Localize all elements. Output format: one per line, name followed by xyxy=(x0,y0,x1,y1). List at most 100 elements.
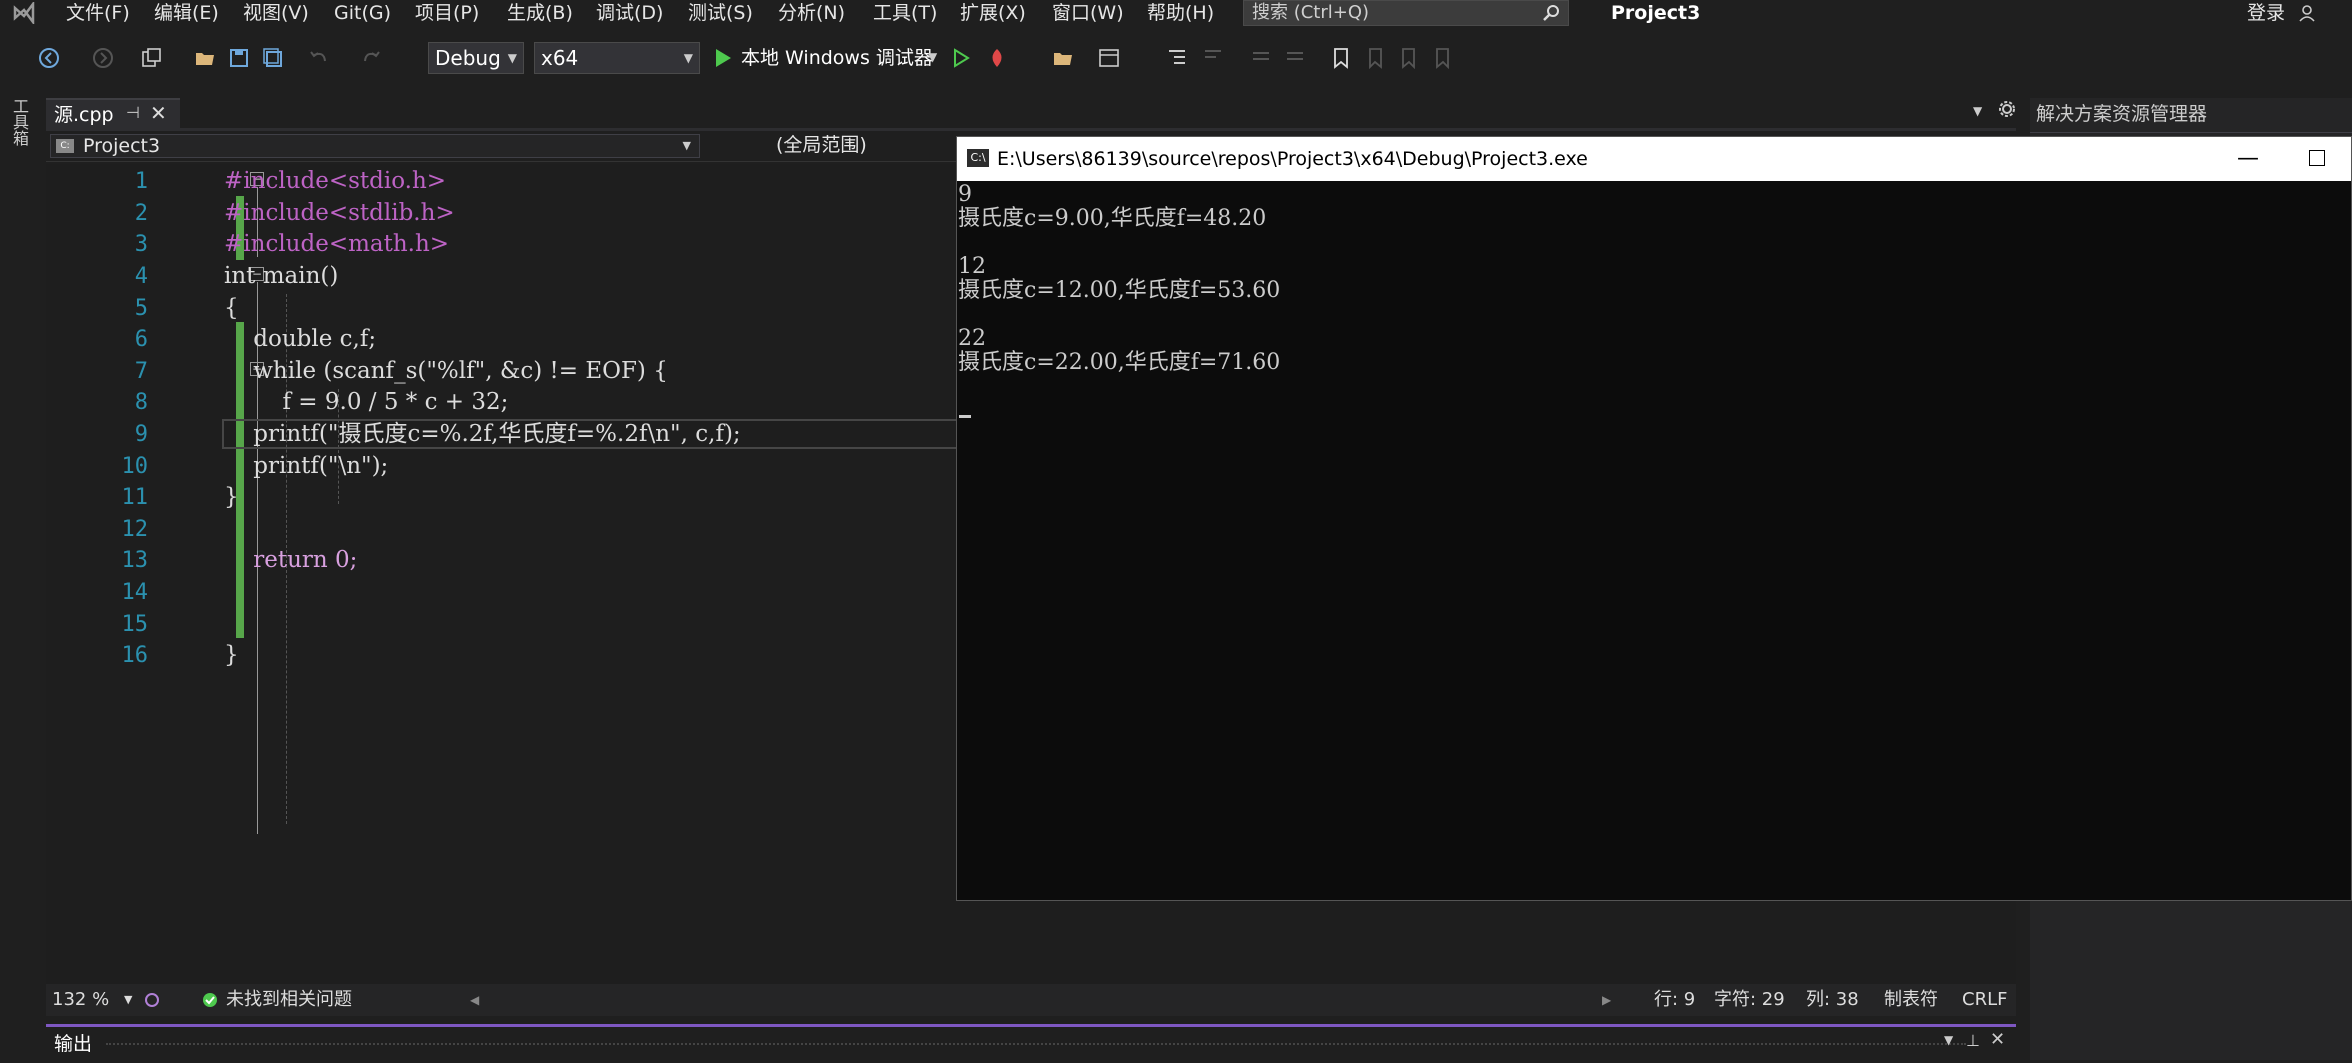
menu-file[interactable]: 文件(F) xyxy=(66,0,130,28)
pin-icon[interactable]: ⊥ xyxy=(1966,1031,1980,1050)
scroll-left-icon[interactable]: ◀ xyxy=(470,984,479,1016)
configuration-dropdown[interactable]: Debug ▼ xyxy=(428,42,524,74)
close-icon[interactable]: ✕ xyxy=(1990,1029,2005,1050)
console-title: E:\Users\86139\source\repos\Project3\x64… xyxy=(997,148,1588,170)
chevron-down-icon[interactable]: ▼ xyxy=(1944,1033,1953,1047)
line-indicator[interactable]: 行: 9 xyxy=(1654,984,1695,1016)
console-app-icon: C:\ xyxy=(967,149,989,167)
platform-value: x64 xyxy=(541,46,579,70)
line-number: 2 xyxy=(134,201,148,226)
next-bookmark-icon[interactable] xyxy=(1398,47,1420,69)
solution-explorer-title: 解决方案资源管理器 xyxy=(2036,103,2208,125)
window-title: Project3 xyxy=(1611,2,1701,24)
console-output-line: 摄氏度c=22.00,华氏度f=71.60 xyxy=(958,350,1281,375)
solution-explorer-folder-icon[interactable] xyxy=(1052,47,1074,69)
menu-bar: 文件(F) 编辑(E) 视图(V) Git(G) 项目(P) 生成(B) 调试(… xyxy=(0,0,2352,28)
chevron-down-icon[interactable]: ▼ xyxy=(928,50,937,64)
code-line: #include<stdio.h> xyxy=(224,168,447,194)
start-without-debugging-icon[interactable] xyxy=(950,47,972,69)
menu-window[interactable]: 窗口(W) xyxy=(1052,0,1124,28)
menu-git[interactable]: Git(G) xyxy=(334,0,391,28)
uncomment-icon[interactable] xyxy=(1284,47,1306,69)
code-line: int main() xyxy=(224,263,339,289)
menu-edit[interactable]: 编辑(E) xyxy=(154,0,219,28)
project-dropdown[interactable]: C: Project3 ▼ xyxy=(50,134,700,158)
code-line: printf("摄氏度c=%.2f,华氏度f=%.2f\n", c,f); xyxy=(224,421,741,447)
hot-reload-icon[interactable] xyxy=(986,47,1008,69)
undo-icon[interactable] xyxy=(308,47,330,69)
zoom-level[interactable]: 132 % xyxy=(52,984,109,1016)
code-line: printf("\n"); xyxy=(224,453,389,479)
login-button[interactable]: 登录 xyxy=(2247,0,2285,26)
tab-list-chevron-icon[interactable]: ▼ xyxy=(1973,104,1982,118)
line-number: 13 xyxy=(121,548,149,573)
console-output-line: 9 xyxy=(958,182,972,207)
account-icon[interactable] xyxy=(2298,3,2318,23)
chevron-down-icon[interactable]: ▼ xyxy=(124,984,132,1016)
menu-help[interactable]: 帮助(H) xyxy=(1147,0,1214,28)
output-panel-header[interactable]: 输出 ▼ ⊥ ✕ xyxy=(46,1024,2016,1063)
redo-icon[interactable] xyxy=(360,47,382,69)
issues-status[interactable]: 未找到相关问题 xyxy=(226,984,352,1016)
configuration-value: Debug xyxy=(435,46,501,70)
save-all-icon[interactable] xyxy=(262,47,284,69)
previous-bookmark-icon[interactable] xyxy=(1364,47,1386,69)
new-project-icon[interactable] xyxy=(140,47,162,69)
line-number: 1 xyxy=(134,169,148,194)
comment-icon[interactable] xyxy=(1250,47,1272,69)
line-number: 4 xyxy=(134,264,148,289)
pin-icon[interactable]: ⊣ xyxy=(126,103,140,122)
platform-dropdown[interactable]: x64 ▼ xyxy=(534,42,700,74)
intellicode-icon[interactable] xyxy=(144,992,160,1008)
start-debugging-icon[interactable] xyxy=(712,47,734,69)
toolbox-tab[interactable]: 工具箱 xyxy=(8,98,29,146)
save-icon[interactable] xyxy=(228,47,250,69)
line-number: 7 xyxy=(134,359,148,384)
start-debugging-button[interactable]: 本地 Windows 调试器 xyxy=(741,44,933,72)
outdent-icon[interactable] xyxy=(1202,47,1224,69)
open-file-icon[interactable] xyxy=(194,47,216,69)
line-number: 14 xyxy=(121,580,149,605)
navigate-forward-icon[interactable] xyxy=(92,47,114,69)
menu-extensions[interactable]: 扩展(X) xyxy=(960,0,1026,28)
col-indicator[interactable]: 列: 38 xyxy=(1806,984,1859,1016)
menu-debug[interactable]: 调试(D) xyxy=(596,0,663,28)
menu-test[interactable]: 测试(S) xyxy=(688,0,753,28)
line-number: 8 xyxy=(134,390,148,415)
code-line: #include<math.h> xyxy=(224,231,450,257)
code-line: #include<stdlib.h> xyxy=(224,200,455,226)
scroll-right-icon[interactable]: ▶ xyxy=(1602,984,1611,1016)
menu-analyze[interactable]: 分析(N) xyxy=(778,0,845,28)
gear-icon[interactable] xyxy=(1998,100,2016,118)
clear-bookmarks-icon[interactable] xyxy=(1432,47,1454,69)
toolbox-strip xyxy=(0,95,34,1060)
menu-tools[interactable]: 工具(T) xyxy=(873,0,937,28)
line-number: 9 xyxy=(134,422,148,447)
menu-view[interactable]: 视图(V) xyxy=(243,0,309,28)
chevron-down-icon: ▼ xyxy=(682,139,691,152)
tabs-indicator[interactable]: 制表符 xyxy=(1884,984,1938,1016)
output-panel-title: 输出 xyxy=(54,1033,93,1055)
project-icon: C: xyxy=(56,139,74,153)
maximize-icon[interactable] xyxy=(2309,150,2325,166)
line-ending-indicator[interactable]: CRLF xyxy=(1962,984,2007,1016)
tab-source-cpp[interactable]: 源.cpp ⊣ ✕ xyxy=(46,98,180,130)
line-number: 16 xyxy=(121,643,149,668)
search-input[interactable]: 搜索 (Ctrl+Q) xyxy=(1243,0,1569,26)
code-line: { xyxy=(224,295,239,321)
close-icon[interactable]: ✕ xyxy=(150,101,167,125)
layout-icon[interactable] xyxy=(1098,47,1120,69)
console-output-line: 22 xyxy=(958,326,986,351)
bookmark-icon[interactable] xyxy=(1330,47,1352,69)
navigate-back-icon[interactable] xyxy=(38,47,60,69)
minimize-icon[interactable]: — xyxy=(2237,137,2259,181)
indent-icon[interactable] xyxy=(1166,47,1188,69)
console-output-line: 12 xyxy=(958,254,986,279)
char-indicator[interactable]: 字符: 29 xyxy=(1714,984,1785,1016)
code-line: } xyxy=(224,642,239,668)
line-number: 6 xyxy=(134,327,148,352)
console-titlebar[interactable]: C:\ E:\Users\86139\source\repos\Project3… xyxy=(957,137,2351,181)
console-window[interactable]: C:\ E:\Users\86139\source\repos\Project3… xyxy=(956,136,2352,901)
menu-project[interactable]: 项目(P) xyxy=(415,0,479,28)
menu-build[interactable]: 生成(B) xyxy=(507,0,573,28)
